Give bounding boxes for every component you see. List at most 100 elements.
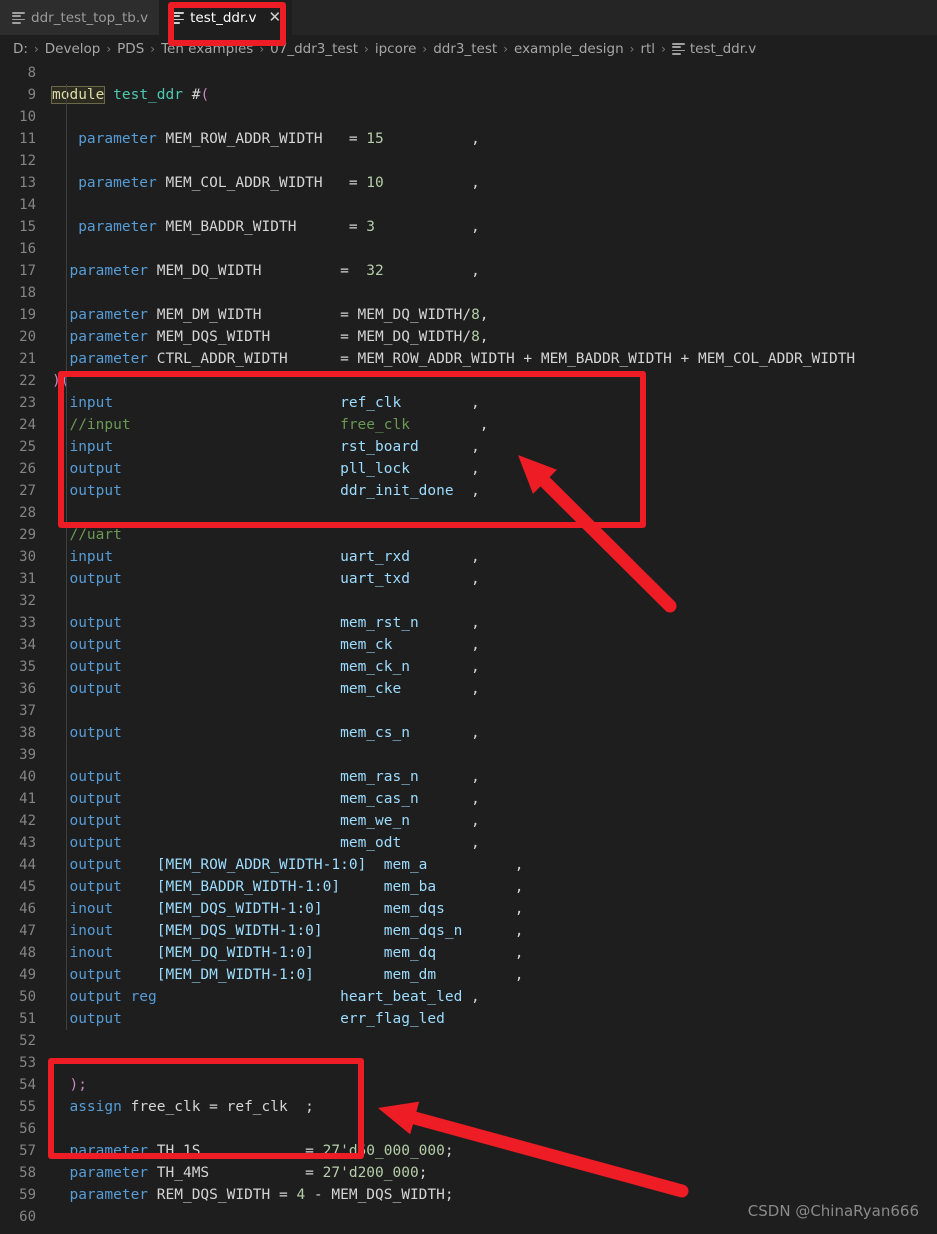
line-number: 14 — [19, 197, 36, 213]
code-line[interactable]: 10 — [0, 106, 937, 128]
code-line[interactable]: 58 parameter TH_4MS = 27'd200_000; — [0, 1162, 937, 1184]
code-line[interactable]: 26 output pll_lock , — [0, 458, 937, 480]
code-line[interactable]: 33 output mem_rst_n , — [0, 612, 937, 634]
code-line[interactable]: 12 — [0, 150, 937, 172]
code-line[interactable]: 52 — [0, 1030, 937, 1052]
code-token: parameter — [69, 329, 149, 345]
code-line[interactable]: 43 output mem_odt , — [0, 832, 937, 854]
line-number: 10 — [19, 109, 36, 125]
code-line[interactable]: 50 output reg heart_beat_led , — [0, 986, 937, 1008]
code-line[interactable]: 56 — [0, 1118, 937, 1140]
line-number: 16 — [19, 241, 36, 257]
code-editor[interactable]: 8 9 module test_ddr #( 10 11 parameter MEM_R… — [0, 62, 937, 1234]
code-token: mem_ras_n — [340, 769, 419, 785]
code-line[interactable]: 15 parameter MEM_BADDR_WIDTH = 3 , — [0, 216, 937, 238]
code-line[interactable]: 54 ); — [0, 1074, 937, 1096]
code-line[interactable]: 21 parameter CTRL_ADDR_WIDTH = MEM_ROW_A… — [0, 348, 937, 370]
code-line[interactable]: 13 parameter MEM_COL_ADDR_WIDTH = 10 , — [0, 172, 937, 194]
code-token: uart_txd — [340, 571, 410, 587]
code-line[interactable]: 35 output mem_ck_n , — [0, 656, 937, 678]
code-line[interactable]: 9 module test_ddr #( — [0, 84, 937, 106]
code-token: output — [69, 791, 122, 807]
code-line[interactable]: 14 — [0, 194, 937, 216]
code-line[interactable]: 42 output mem_we_n , — [0, 810, 937, 832]
code-line[interactable]: 41 output mem_cas_n , — [0, 788, 937, 810]
code-token: , — [392, 637, 480, 653]
code-line[interactable]: 34 output mem_ck , — [0, 634, 937, 656]
line-number: 56 — [19, 1121, 36, 1137]
code-line[interactable]: 47 inout [MEM_DQS_WIDTH-1:0] mem_dqs_n , — [0, 920, 937, 942]
close-icon[interactable]: ✕ — [269, 10, 282, 25]
code-token: ; — [418, 1165, 428, 1181]
code-line[interactable]: 36 output mem_cke , — [0, 678, 937, 700]
code-line[interactable]: 53 — [0, 1052, 937, 1074]
breadcrumb-item-2[interactable]: PDS — [117, 41, 144, 57]
code-line[interactable]: 48 inout [MEM_DQ_WIDTH-1:0] mem_dq , — [0, 942, 937, 964]
indent-guide — [66, 942, 67, 964]
code-line-text: //uart — [52, 524, 937, 546]
code-line[interactable]: 24 //input free_clk , — [0, 414, 937, 436]
code-line[interactable]: 40 output mem_ras_n , — [0, 766, 937, 788]
code-token: parameter — [69, 1187, 149, 1203]
code-line[interactable]: 29 //uart — [0, 524, 937, 546]
code-line[interactable]: 55 assign free_clk = ref_clk ; — [0, 1096, 937, 1118]
code-line[interactable]: 28 — [0, 502, 937, 524]
code-token: MEM_DQ_WIDTH = — [148, 263, 367, 279]
code-token: ); — [69, 1077, 87, 1093]
code-line[interactable]: 17 parameter MEM_DQ_WIDTH = 32 , — [0, 260, 937, 282]
indent-guide — [66, 436, 67, 458]
code-line[interactable]: 31 output uart_txd , — [0, 568, 937, 590]
code-line[interactable]: 30 input uart_rxd , — [0, 546, 937, 568]
code-line[interactable]: 57 parameter TH_1S = 27'd50_000_000; — [0, 1140, 937, 1162]
code-line[interactable]: 39 — [0, 744, 937, 766]
indent-guide — [66, 634, 67, 656]
chevron-right-icon: › — [364, 41, 369, 56]
breadcrumb-file[interactable]: test_ddr.v — [671, 41, 756, 57]
code-line-text: output mem_cs_n , — [52, 722, 937, 744]
tab-ddr_test_top_tb[interactable]: ddr_test_top_tb.v — [0, 0, 160, 35]
code-line[interactable]: 8 — [0, 62, 937, 84]
code-token: , — [401, 395, 480, 411]
code-line[interactable]: 23 input ref_clk , — [0, 392, 937, 414]
line-number: 54 — [19, 1077, 36, 1093]
breadcrumb-item-5[interactable]: ipcore — [375, 41, 417, 57]
code-line[interactable]: 38 output mem_cs_n , — [0, 722, 937, 744]
code-line[interactable]: 51 output err_flag_led — [0, 1008, 937, 1030]
breadcrumb-item-7[interactable]: example_design — [514, 41, 624, 57]
line-number: 44 — [19, 857, 36, 873]
code-line[interactable]: 18 — [0, 282, 937, 304]
code-line[interactable]: 25 input rst_board , — [0, 436, 937, 458]
breadcrumb-item-6[interactable]: ddr3_test — [433, 41, 497, 57]
breadcrumb-item-8[interactable]: rtl — [640, 41, 655, 57]
code-line-text: input rst_board , — [52, 436, 937, 458]
breadcrumb-item-1[interactable]: Develop — [45, 41, 101, 57]
code-token: //uart — [69, 527, 122, 543]
code-line[interactable]: 45 output [MEM_BADDR_WIDTH-1:0] mem_ba , — [0, 876, 937, 898]
code-line[interactable]: 27 output ddr_init_done , — [0, 480, 937, 502]
code-token: TH_4MS = — [148, 1165, 323, 1181]
code-line[interactable]: 19 parameter MEM_DM_WIDTH = MEM_DQ_WIDTH… — [0, 304, 937, 326]
line-number: 11 — [19, 131, 36, 147]
code-line[interactable]: 16 — [0, 238, 937, 260]
code-token: 32 — [366, 263, 384, 279]
code-line[interactable]: 32 — [0, 590, 937, 612]
line-number: 45 — [19, 879, 36, 895]
breadcrumb-item-0[interactable]: D: — [13, 41, 28, 57]
code-line[interactable]: 49 output [MEM_DM_WIDTH-1:0] mem_dm , — [0, 964, 937, 986]
breadcrumb-item-4[interactable]: 07_ddr3_test — [270, 41, 358, 57]
code-token: output — [69, 637, 122, 653]
code-line[interactable]: 20 parameter MEM_DQS_WIDTH = MEM_DQ_WIDT… — [0, 326, 937, 348]
code-line[interactable]: 44 output [MEM_ROW_ADDR_WIDTH-1:0] mem_a… — [0, 854, 937, 876]
indent-guide — [66, 150, 67, 172]
code-line[interactable]: 37 — [0, 700, 937, 722]
chevron-right-icon: › — [106, 41, 112, 56]
tab-test_ddr[interactable]: test_ddr.v ✕ — [159, 0, 293, 35]
code-line[interactable]: 11 parameter MEM_ROW_ADDR_WIDTH = 15 , — [0, 128, 937, 150]
code-line[interactable]: 22)( — [0, 370, 937, 392]
code-line[interactable]: 46 inout [MEM_DQS_WIDTH-1:0] mem_dqs , — [0, 898, 937, 920]
breadcrumb-item-3[interactable]: Ten examples — [161, 41, 253, 57]
line-number: 20 — [19, 329, 36, 345]
